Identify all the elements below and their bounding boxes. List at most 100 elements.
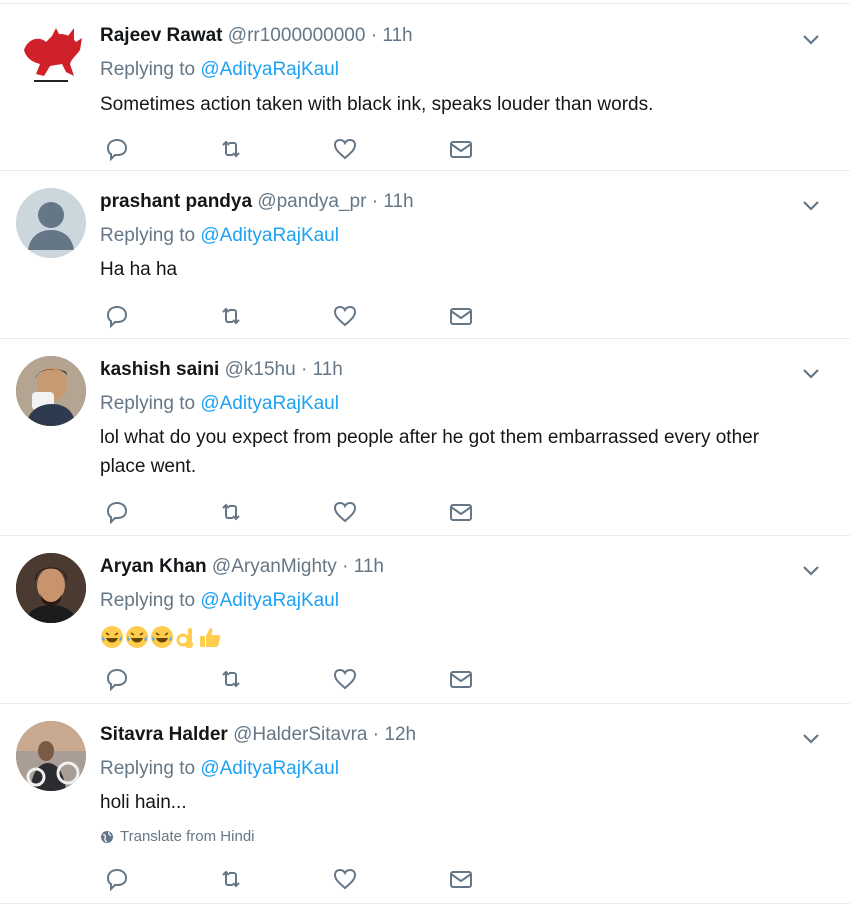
reply-mention-link[interactable]: @AdityaRajKaul [200,225,339,246]
tweet[interactable]: Aryan Khan @AryanMighty · 11h Replying t… [0,536,850,704]
heart-icon [333,501,357,523]
avatar[interactable] [16,721,86,791]
tweet[interactable]: Sitavra Halder @HalderSitavra · 12h Repl… [0,704,850,904]
separator-dot: · [371,191,379,212]
reply-button[interactable] [104,666,130,692]
separator-dot: · [300,359,308,380]
chevron-down-icon[interactable] [800,559,822,581]
tweet-text-line: place went. [100,456,197,477]
separator-dot: · [370,25,378,46]
avatar[interactable] [16,188,86,258]
reply-mention-link[interactable]: @AdityaRajKaul [200,59,339,80]
like-button[interactable] [332,303,358,329]
retweet-button[interactable] [218,866,244,892]
separator-dot: · [372,724,380,745]
replying-to: Replying to @AdityaRajKaul [100,392,339,416]
timestamp[interactable]: 12h [384,724,416,745]
envelope-icon [450,671,472,688]
like-button[interactable] [332,866,358,892]
author-handle[interactable]: @HalderSitavra [233,724,367,745]
tweet-text: lol what do you expect from people after… [100,423,830,481]
tweet[interactable]: kashish saini @k15hu · 11h Replying to @… [0,339,850,536]
face-with-tears-of-joy-icon [151,625,173,648]
timestamp[interactable]: 11h [313,359,343,380]
face-with-tears-of-joy-icon [126,625,148,648]
timestamp[interactable]: 11h [383,191,413,212]
direct-message-button[interactable] [448,136,474,162]
tweet-actions [104,136,484,162]
tweet[interactable]: Rajeev Rawat @rr1000000000 · 11h Replyin… [0,3,850,171]
direct-message-button[interactable] [448,666,474,692]
author-handle[interactable]: @pandya_pr [257,191,366,212]
chevron-down-icon[interactable] [800,727,822,749]
author-name[interactable]: Sitavra Halder [100,724,228,745]
replying-prefix: Replying to [100,225,196,246]
heart-icon [333,668,357,690]
like-button[interactable] [332,666,358,692]
author-name[interactable]: Aryan Khan [100,556,207,577]
tweet-text: Sometimes action taken with black ink, s… [100,94,654,115]
reply-button[interactable] [104,303,130,329]
reply-mention-link[interactable]: @AdityaRajKaul [200,393,339,414]
globe-icon [101,830,113,843]
reply-icon [106,868,128,892]
author-name[interactable]: kashish saini [100,359,219,380]
reply-icon [106,668,128,692]
reply-button[interactable] [104,499,130,525]
retweet-button[interactable] [218,499,244,525]
tweet-actions [104,303,484,329]
separator-dot: · [342,556,349,577]
retweet-button[interactable] [218,136,244,162]
tweet-text-line: lol what do you expect from people after… [100,427,760,448]
retweet-icon [222,307,240,325]
envelope-icon [450,871,472,888]
replying-prefix: Replying to [100,393,196,414]
author-handle[interactable]: @rr1000000000 [228,25,366,46]
reply-mention-link[interactable]: @AdityaRajKaul [200,590,339,611]
reply-button[interactable] [104,136,130,162]
avatar[interactable] [16,20,86,90]
translate-label: Translate from Hindi [120,828,255,845]
replying-to: Replying to @AdityaRajKaul [100,58,339,82]
reply-feed: Rajeev Rawat @rr1000000000 · 11h Replyin… [0,0,850,912]
reply-mention-link[interactable]: @AdityaRajKaul [200,758,339,779]
timestamp[interactable]: 11h [382,25,412,46]
heart-icon [333,868,357,890]
author-handle[interactable]: @AryanMighty [212,556,337,577]
direct-message-button[interactable] [448,866,474,892]
retweet-icon [222,670,240,688]
replying-to: Replying to @AdityaRajKaul [100,757,339,781]
retweet-button[interactable] [218,303,244,329]
default-profile-icon [28,202,74,250]
face-with-tears-of-joy-icon [101,625,123,648]
reply-icon [106,138,128,162]
envelope-icon [450,504,472,521]
tweet-actions [104,866,484,892]
replying-prefix: Replying to [100,59,196,80]
avatar[interactable] [16,553,86,623]
chevron-down-icon[interactable] [800,362,822,384]
user-photo-icon [16,356,86,426]
user-photo-icon [16,721,86,791]
tweet[interactable]: prashant pandya @pandya_pr · 11h Replyin… [0,171,850,339]
timestamp[interactable]: 11h [354,556,384,577]
replying-prefix: Replying to [100,590,196,611]
direct-message-button[interactable] [448,499,474,525]
direct-message-button[interactable] [448,303,474,329]
retweet-button[interactable] [218,666,244,692]
author-handle[interactable]: @k15hu [225,359,296,380]
thumbs-up-icon [200,627,221,647]
reply-icon [106,305,128,329]
reply-button[interactable] [104,866,130,892]
envelope-icon [450,308,472,325]
like-button[interactable] [332,136,358,162]
like-button[interactable] [332,499,358,525]
heart-icon [333,138,357,160]
chevron-down-icon[interactable] [800,28,822,50]
avatar[interactable] [16,356,86,426]
author-name[interactable]: prashant pandya [100,191,252,212]
envelope-icon [450,141,472,158]
translate-link[interactable]: Translate from Hindi [100,828,255,845]
author-name[interactable]: Rajeev Rawat [100,25,223,46]
chevron-down-icon[interactable] [800,194,822,216]
